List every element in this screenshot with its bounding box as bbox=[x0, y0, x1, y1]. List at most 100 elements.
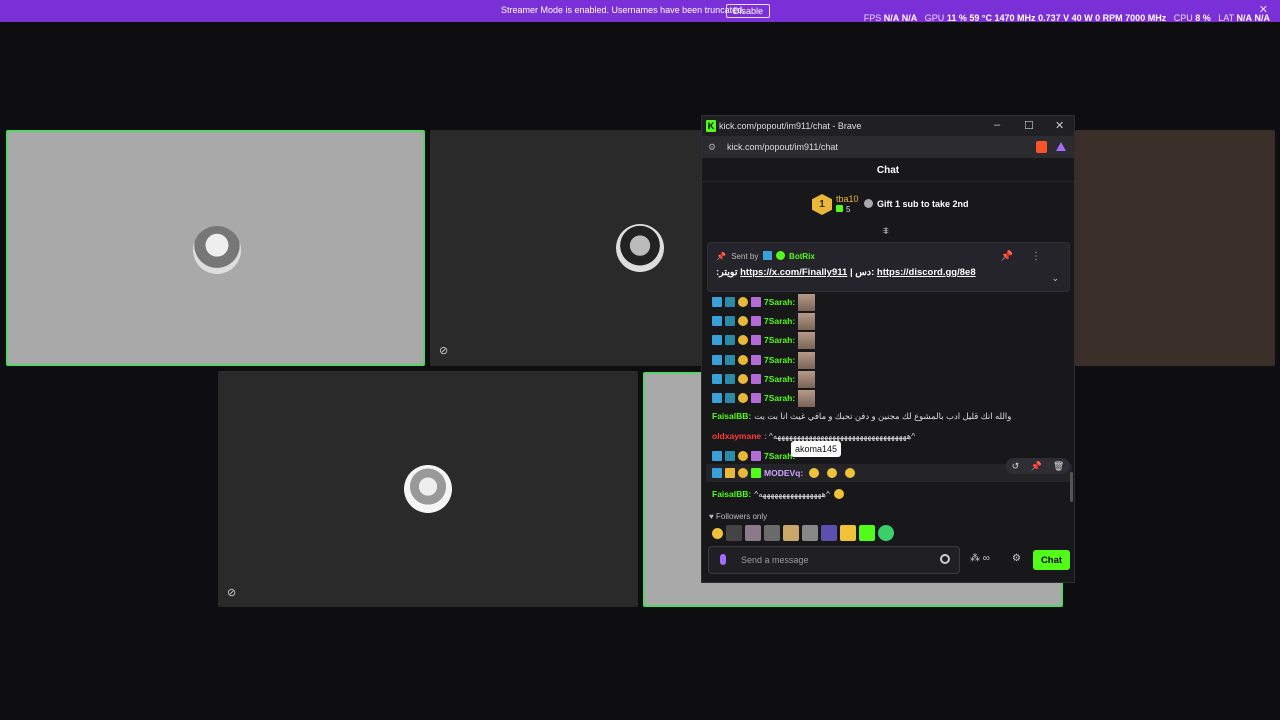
chat-message[interactable]: 7Sarah: bbox=[712, 293, 816, 311]
leader-count: 5 bbox=[836, 205, 850, 214]
emote-icon[interactable] bbox=[859, 525, 875, 541]
emote-icon[interactable] bbox=[878, 525, 894, 541]
emote-quick-bar bbox=[712, 525, 894, 541]
lat-label: LAT bbox=[1218, 13, 1234, 23]
og-badge-icon bbox=[725, 335, 735, 345]
video-tile-1[interactable] bbox=[6, 130, 425, 366]
chat-username[interactable]: 7Sarah: bbox=[764, 297, 795, 307]
sticker-emote bbox=[798, 389, 816, 407]
verified-badge-icon bbox=[775, 251, 785, 260]
gpu-rpm: 0 RPM bbox=[1095, 13, 1123, 23]
sticker-emote bbox=[798, 293, 816, 311]
channel-points-icon[interactable]: ⁂ ∞ bbox=[970, 553, 990, 564]
address-bar[interactable]: ⚙ kick.com/popout/im911/chat bbox=[702, 136, 1074, 158]
rank-medal: 1 bbox=[812, 194, 832, 215]
chat-scrollbar[interactable] bbox=[1070, 472, 1073, 502]
chat-message[interactable]: 7Sarah: bbox=[712, 351, 816, 369]
gift-sub-prompt[interactable]: Gift 1 sub to take 2nd bbox=[864, 199, 969, 209]
emote-icon[interactable] bbox=[821, 525, 837, 541]
chat-popout-window: K kick.com/popout/im911/chat - Brave – ☐… bbox=[701, 115, 1075, 583]
chat-username[interactable]: 7Sarah: bbox=[764, 316, 795, 326]
chat-message-input[interactable] bbox=[741, 552, 931, 568]
chat-username[interactable]: 7Sarah: bbox=[764, 374, 795, 384]
sticker-emote bbox=[798, 351, 816, 369]
maximize-icon[interactable]: ☐ bbox=[1024, 119, 1034, 132]
chat-message[interactable]: MODEVq: bbox=[712, 465, 863, 481]
sub-badge-icon bbox=[738, 393, 748, 403]
reply-icon[interactable]: ↺ bbox=[1012, 461, 1020, 472]
chat-username[interactable]: FaisalBB: bbox=[712, 489, 751, 499]
chat-input-box[interactable] bbox=[708, 546, 960, 574]
disable-streamer-mode-button[interactable]: Disable bbox=[726, 4, 771, 18]
chat-message[interactable]: 7Sarah: bbox=[712, 331, 816, 349]
chat-username[interactable]: 7Sarah: bbox=[764, 355, 795, 365]
lat-value: N/A bbox=[1236, 13, 1252, 23]
site-settings-icon[interactable]: ⚙ bbox=[708, 142, 716, 153]
gpu-temp: 59 °C bbox=[969, 13, 992, 23]
collapse-icon[interactable]: ⩨ bbox=[883, 226, 889, 237]
pin-icon[interactable]: 📌 bbox=[1030, 461, 1041, 472]
followers-only-notice: ♥ Followers only bbox=[709, 512, 768, 521]
video-tile-4[interactable]: ⊘ bbox=[218, 371, 638, 607]
moderator-badge-icon bbox=[712, 451, 722, 461]
cpu-load: 8 % bbox=[1195, 13, 1211, 23]
moderator-badge-icon bbox=[712, 316, 722, 326]
pinned-author: 📌 Sent by BotRix bbox=[716, 251, 815, 261]
sub-badge-icon bbox=[738, 374, 748, 384]
gifter-badge-icon bbox=[751, 468, 761, 478]
chat-message[interactable]: 7Sarah: bbox=[712, 389, 816, 407]
fps-value: N/A bbox=[883, 13, 900, 23]
chat-username[interactable]: MODEVq: bbox=[764, 468, 803, 478]
fps-value-2: N/A bbox=[901, 13, 918, 23]
participant-avatar bbox=[616, 224, 664, 272]
chat-message[interactable]: 7Sarah: bbox=[712, 370, 816, 388]
brave-rewards-icon[interactable] bbox=[1056, 142, 1066, 151]
emote-icon bbox=[809, 468, 820, 478]
emote-icon[interactable] bbox=[726, 525, 742, 541]
emote-icon[interactable] bbox=[840, 525, 856, 541]
minimize-icon[interactable]: – bbox=[994, 119, 1000, 131]
chevron-down-icon[interactable]: ⌄ bbox=[1051, 273, 1059, 284]
video-tile-3[interactable] bbox=[1075, 130, 1275, 366]
chat-username[interactable]: oldxaymane bbox=[712, 431, 761, 441]
gear-icon[interactable]: ⚙ bbox=[1012, 553, 1021, 564]
chat-username[interactable]: 7Sarah: bbox=[764, 393, 795, 403]
participant-avatar bbox=[193, 226, 241, 274]
chat-header: Chat bbox=[702, 158, 1074, 182]
chat-message-text: : ^ههههههههههههههههههههههههههههههههههه^ bbox=[764, 430, 916, 441]
send-chat-button[interactable]: Chat bbox=[1033, 550, 1070, 570]
chat-message[interactable]: 7Sarah: bbox=[712, 312, 816, 330]
emote-icon[interactable] bbox=[764, 525, 780, 541]
sub-badge-icon bbox=[738, 297, 748, 307]
chat-username[interactable]: 7Sarah: bbox=[764, 335, 795, 345]
chat-message[interactable]: FaisalBB: ^ههههههههههههههههه^ bbox=[712, 486, 852, 502]
url-text[interactable]: kick.com/popout/im911/chat bbox=[727, 142, 838, 152]
sub-badge-icon bbox=[738, 451, 748, 461]
emote-picker-icon[interactable] bbox=[940, 554, 950, 564]
sub-badge-icon bbox=[738, 316, 748, 326]
emote-icon[interactable] bbox=[802, 525, 818, 541]
microphone-icon[interactable] bbox=[720, 554, 726, 565]
moderator-badge-icon bbox=[712, 297, 722, 307]
message-actions[interactable]: ↺ 📌 🗑 bbox=[1006, 458, 1070, 474]
close-icon[interactable]: ✕ bbox=[1259, 3, 1268, 16]
delete-icon[interactable]: 🗑 bbox=[1053, 461, 1064, 472]
emote-icon[interactable] bbox=[745, 525, 761, 541]
pin-actions[interactable]: 📌⋮ bbox=[1001, 251, 1059, 262]
close-icon[interactable]: ✕ bbox=[1055, 119, 1064, 132]
twitter-link[interactable]: https://x.com/Finally911 bbox=[740, 267, 847, 278]
sticker-emote bbox=[798, 331, 816, 349]
gifter-badge-icon bbox=[751, 393, 761, 403]
chat-message[interactable]: 7Sarah: bbox=[712, 448, 798, 464]
discord-link[interactable]: https://discord.gg/8e8 bbox=[877, 267, 976, 278]
chat-message[interactable]: FaisalBB: والله انك قليل ادب بالمشوع لك … bbox=[712, 408, 1011, 424]
emote-icon[interactable] bbox=[712, 527, 723, 539]
brave-shields-icon[interactable] bbox=[1036, 141, 1047, 153]
streamer-mode-bar: Streamer Mode is enabled. Usernames have… bbox=[0, 0, 1280, 23]
cpu-label: CPU bbox=[1173, 13, 1193, 23]
emote-icon[interactable] bbox=[783, 525, 799, 541]
chat-username[interactable]: FaisalBB: bbox=[712, 411, 751, 421]
gpu-volt: 0.737 V bbox=[1038, 13, 1070, 23]
gift-leaderboard[interactable]: 1 tba10 5 Gift 1 sub to take 2nd bbox=[812, 194, 1012, 216]
moderator-badge-icon bbox=[712, 355, 722, 365]
